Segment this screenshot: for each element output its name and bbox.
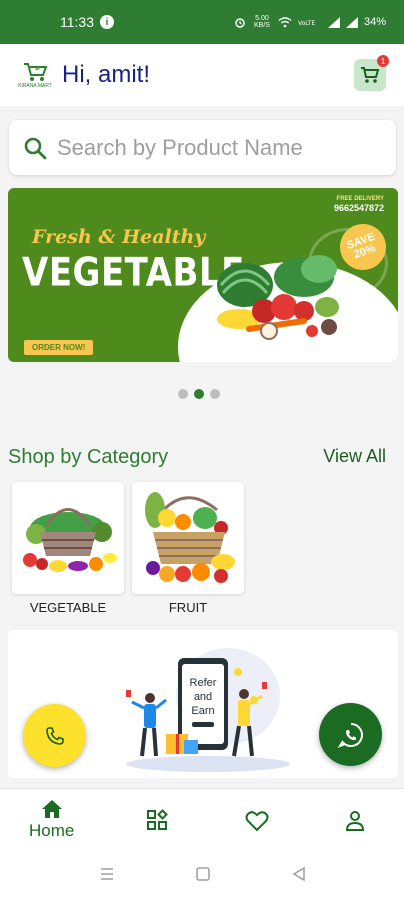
category-label: VEGETABLE bbox=[29, 600, 107, 615]
signal-icon: VoLTE bbox=[298, 20, 315, 27]
carousel-dots bbox=[178, 389, 220, 399]
signal-bars-2-icon bbox=[345, 16, 358, 28]
carousel-dot-active[interactable] bbox=[194, 389, 204, 399]
signal-bars-icon bbox=[327, 16, 340, 28]
banner-order-button[interactable]: ORDER NOW! bbox=[24, 340, 94, 355]
vegetables-image bbox=[217, 255, 339, 340]
search-input[interactable] bbox=[57, 134, 377, 161]
banner-delivery: FREE DELIVERY 9662547872 bbox=[334, 195, 384, 213]
nav-categories[interactable] bbox=[146, 809, 168, 831]
bottom-navigation: Home bbox=[0, 788, 404, 850]
status-bar: 11:33 i 5.00 KB/S VoLTE 34% bbox=[0, 0, 404, 44]
category-label: FRUIT bbox=[168, 600, 208, 615]
phone-icon bbox=[45, 726, 64, 745]
banner-tagline: Fresh & Healthy bbox=[32, 226, 206, 248]
search-bar[interactable] bbox=[9, 120, 396, 175]
category-card-vegetable[interactable]: VEGETABLE bbox=[12, 482, 124, 615]
whatsapp-button[interactable] bbox=[319, 703, 382, 766]
home-icon bbox=[41, 800, 62, 818]
wifi-icon bbox=[278, 16, 292, 27]
status-icons: 5.00 KB/S VoLTE 34% bbox=[234, 15, 386, 29]
cart-icon bbox=[361, 67, 380, 83]
nav-home[interactable]: Home bbox=[29, 799, 74, 841]
section-title: Shop by Category bbox=[8, 446, 169, 468]
greeting-text: Hi, amit! bbox=[62, 61, 151, 88]
app-screen: 11:33 i 5.00 KB/S VoLTE 34% KIRANA MART … bbox=[0, 0, 404, 900]
system-navigation bbox=[0, 850, 404, 900]
battery-level: 34% bbox=[363, 16, 386, 28]
whatsapp-icon bbox=[337, 722, 363, 748]
call-button[interactable] bbox=[23, 704, 86, 767]
carousel-dot[interactable] bbox=[178, 389, 188, 399]
categories-icon bbox=[147, 809, 168, 830]
view-all-link[interactable]: View All bbox=[323, 446, 386, 467]
search-icon bbox=[24, 137, 47, 159]
info-icon: i bbox=[100, 15, 114, 29]
refer-line2: and bbox=[194, 691, 212, 703]
vegetable-basket-image bbox=[23, 508, 117, 572]
network-speed: 5.00 KB/S bbox=[253, 15, 270, 29]
category-image bbox=[12, 482, 124, 594]
logo-cart-icon bbox=[24, 63, 48, 81]
nav-home-label: Home bbox=[29, 821, 75, 840]
app-header: KIRANA MART Hi, amit! 1 bbox=[0, 44, 404, 106]
category-image bbox=[132, 482, 244, 594]
fruit-basket-image bbox=[145, 492, 235, 583]
back-icon[interactable] bbox=[291, 866, 307, 882]
logo-text: KIRANA MART bbox=[18, 83, 52, 89]
profile-icon bbox=[345, 811, 365, 831]
alarm-icon bbox=[235, 18, 245, 28]
refer-line1: Refer bbox=[190, 677, 217, 689]
nav-wishlist[interactable] bbox=[245, 810, 269, 832]
cart-button[interactable]: 1 bbox=[354, 55, 389, 91]
cart-count-badge: 1 bbox=[377, 55, 389, 67]
home-system-icon[interactable] bbox=[195, 866, 211, 882]
app-logo: KIRANA MART bbox=[18, 58, 52, 92]
category-card-fruit[interactable]: FRUIT bbox=[132, 482, 244, 615]
promo-banner[interactable]: Fresh & Healthy VEGETABLE ORDER NOW! FRE… bbox=[8, 188, 398, 362]
refer-earn-illustration: Refer and Earn bbox=[126, 648, 290, 772]
status-time: 11:33 bbox=[60, 14, 94, 30]
recents-icon[interactable] bbox=[99, 866, 115, 882]
carousel-dot[interactable] bbox=[210, 389, 220, 399]
svg-text:VoLTE: VoLTE bbox=[298, 20, 315, 27]
nav-profile[interactable] bbox=[345, 810, 365, 832]
heart-icon bbox=[245, 811, 269, 832]
delivery-phone: 9662547872 bbox=[333, 203, 384, 213]
refer-line3: Earn bbox=[191, 705, 214, 717]
